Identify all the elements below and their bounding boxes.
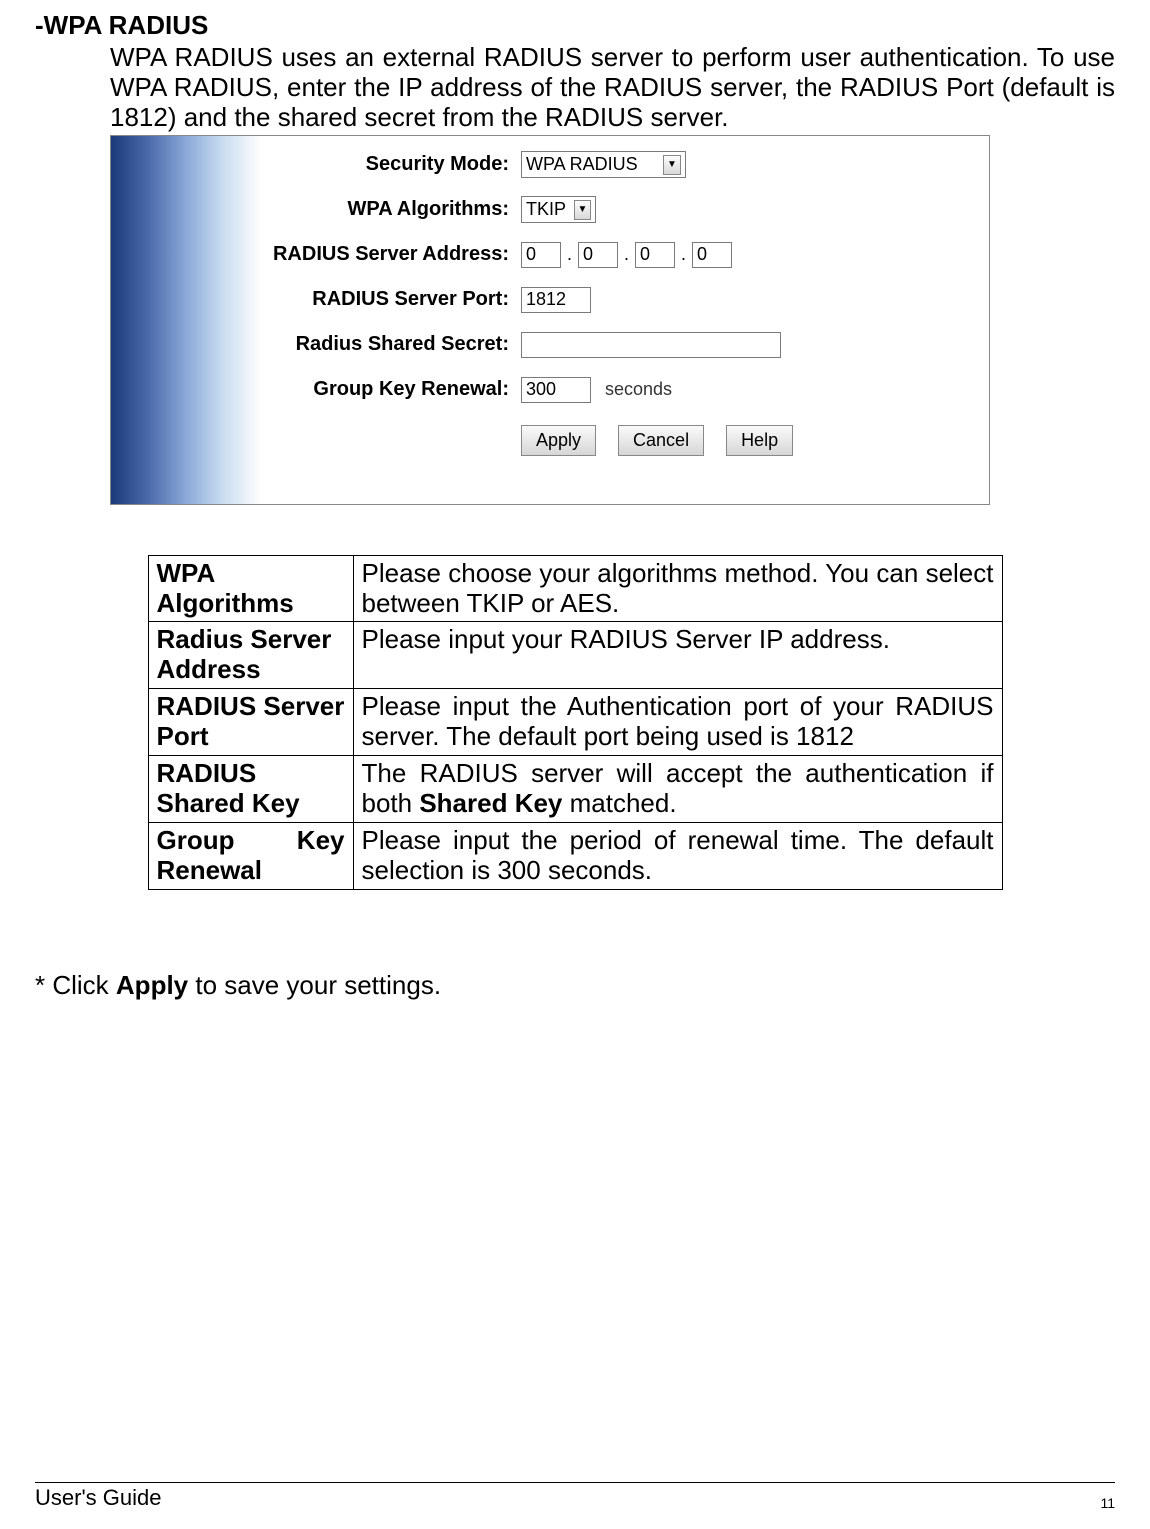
row-server-address: RADIUS Server Address: . . . [261, 240, 989, 270]
table-label-server-port: RADIUS Server Port [148, 689, 353, 756]
table-desc-group-key-renewal: Please input the period of renewal time.… [353, 822, 1002, 889]
select-wpa-algorithms[interactable]: TKIP ▼ [521, 196, 596, 223]
label-group-key-renewal: Group Key Renewal: [261, 378, 521, 401]
label-wpa-algorithms: WPA Algorithms: [261, 198, 521, 221]
cancel-button[interactable]: Cancel [618, 425, 704, 456]
button-row: Apply Cancel Help [521, 425, 989, 456]
row-group-key-renewal: Group Key Renewal: seconds [261, 375, 989, 405]
ip-dot: . [622, 244, 631, 265]
select-security-mode[interactable]: WPA RADIUS ▼ [521, 151, 686, 178]
table-label-group-key-renewal: GroupKey Renewal [148, 822, 353, 889]
table-row: RADIUS Server Port Please input the Auth… [148, 689, 1002, 756]
intro-paragraph: WPA RADIUS uses an external RADIUS serve… [110, 43, 1115, 133]
chevron-down-icon: ▼ [574, 200, 591, 220]
table-label-wpa-algorithms: WPA Algorithms [148, 555, 353, 622]
section-heading: -WPA RADIUS [35, 10, 1115, 41]
table-row: Radius Server Address Please input your … [148, 622, 1002, 689]
input-group-key-renewal[interactable] [521, 377, 591, 403]
description-table: WPA Algorithms Please choose your algori… [148, 555, 1003, 890]
table-label-server-address: Radius Server Address [148, 622, 353, 689]
select-security-mode-value: WPA RADIUS [526, 154, 638, 175]
table-desc-shared-key: The RADIUS server will accept the authen… [353, 756, 1002, 823]
panel-gradient-sidebar [111, 136, 261, 504]
text-seconds-unit: seconds [605, 379, 672, 400]
table-desc-server-port: Please input the Authentication port of … [353, 689, 1002, 756]
input-ip-oct2[interactable] [578, 242, 618, 268]
table-desc-server-address: Please input your RADIUS Server IP addre… [353, 622, 1002, 689]
row-security-mode: Security Mode: WPA RADIUS ▼ [261, 150, 989, 180]
table-label-shared-key: RADIUS Shared Key [148, 756, 353, 823]
page-footer: User's Guide 11 [35, 1482, 1115, 1511]
help-button[interactable]: Help [726, 425, 793, 456]
config-panel: Security Mode: WPA RADIUS ▼ WPA Algorith… [110, 135, 990, 505]
ip-dot: . [565, 244, 574, 265]
label-shared-secret: Radius Shared Secret: [261, 333, 521, 356]
row-wpa-algorithms: WPA Algorithms: TKIP ▼ [261, 195, 989, 225]
input-server-port[interactable] [521, 287, 591, 313]
table-row: WPA Algorithms Please choose your algori… [148, 555, 1002, 622]
panel-body: Security Mode: WPA RADIUS ▼ WPA Algorith… [261, 136, 989, 504]
input-ip-oct1[interactable] [521, 242, 561, 268]
footer-title: User's Guide [35, 1485, 161, 1511]
table-desc-wpa-algorithms: Please choose your algorithms method. Yo… [353, 555, 1002, 622]
input-shared-secret[interactable] [521, 332, 781, 358]
apply-button[interactable]: Apply [521, 425, 596, 456]
row-server-port: RADIUS Server Port: [261, 285, 989, 315]
chevron-down-icon: ▼ [663, 155, 681, 175]
label-server-address: RADIUS Server Address: [261, 243, 521, 266]
input-ip-oct4[interactable] [692, 242, 732, 268]
input-ip-oct3[interactable] [635, 242, 675, 268]
row-shared-secret: Radius Shared Secret: [261, 330, 989, 360]
label-server-port: RADIUS Server Port: [261, 288, 521, 311]
table-row: GroupKey Renewal Please input the period… [148, 822, 1002, 889]
label-security-mode: Security Mode: [261, 153, 521, 176]
ip-dot: . [679, 244, 688, 265]
table-row: RADIUS Shared Key The RADIUS server will… [148, 756, 1002, 823]
select-wpa-algorithms-value: TKIP [526, 199, 566, 220]
apply-note: * Click Apply to save your settings. [35, 970, 1115, 1001]
page-number: 11 [1100, 1495, 1115, 1511]
